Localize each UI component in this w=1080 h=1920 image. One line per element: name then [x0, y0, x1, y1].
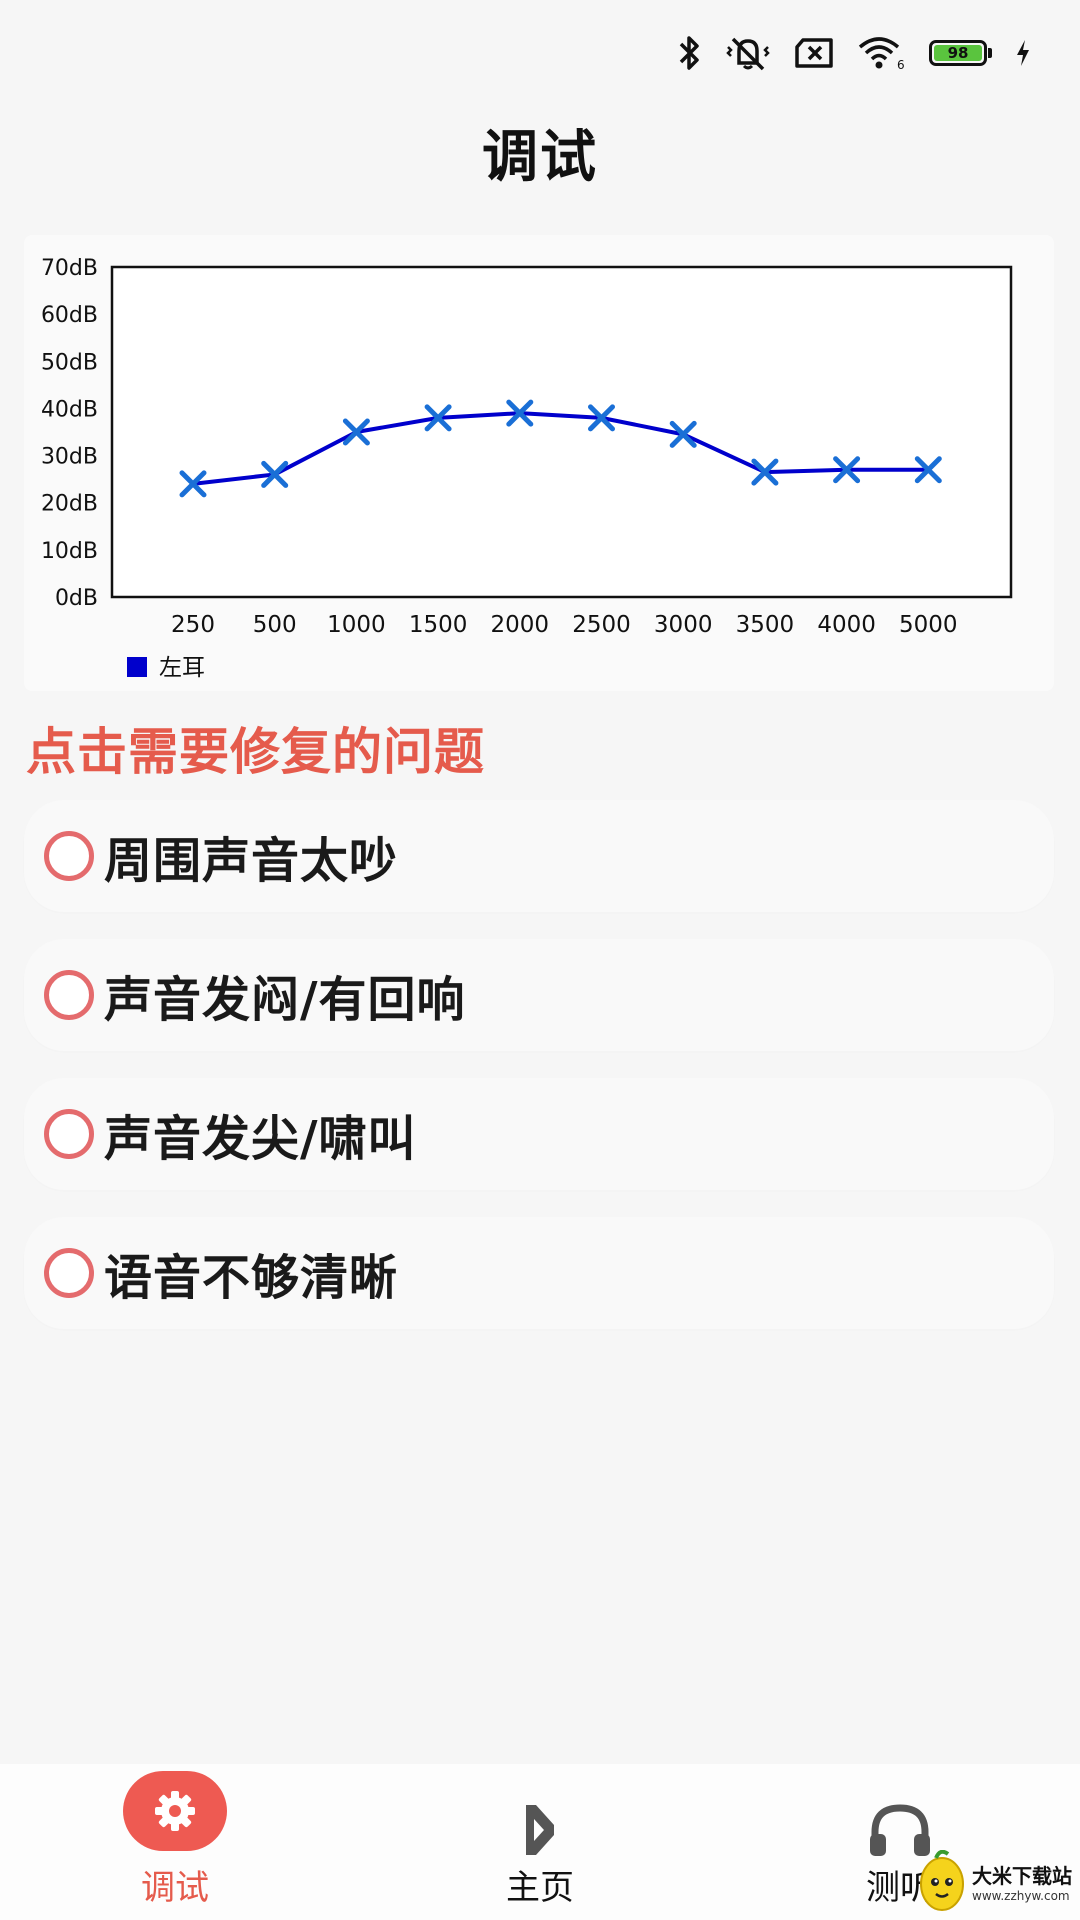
hearing-chart-svg: 0dB 10dB 20dB 30dB 40dB 50dB 60dB 70dB 250 500 100…	[41, 256, 1013, 681]
y-tick-label: 60dB	[41, 303, 98, 328]
radio-button[interactable]	[44, 831, 94, 881]
nav-item-debug[interactable]: 调试	[75, 1764, 275, 1920]
y-tick-label: 70dB	[41, 256, 98, 281]
radio-button[interactable]	[44, 970, 94, 1020]
bluetooth-icon	[679, 35, 699, 70]
mascot-logo	[920, 1850, 964, 1911]
x-tick-label: 3500	[736, 612, 795, 638]
y-tick-label: 10dB	[41, 539, 98, 564]
page-title: 调试	[482, 125, 598, 190]
charging-icon	[1017, 39, 1029, 66]
x-tick-label: 1000	[327, 612, 386, 638]
problem-option-label: 声音发尖/啸叫	[104, 1111, 417, 1167]
mute-vibrate-icon	[726, 37, 770, 70]
problems-heading: 点击需要修复的问题	[26, 723, 485, 781]
y-tick-label: 50dB	[41, 350, 98, 375]
x-tick-label: 5000	[899, 612, 958, 638]
gear-icon	[155, 1791, 195, 1831]
x-tick-label: 2000	[491, 612, 550, 638]
nav-item-home[interactable]: 主页	[440, 1764, 640, 1920]
y-tick-label: 0dB	[55, 586, 98, 611]
problem-list: 周围声音太吵 声音发闷/有回响 声音发尖/啸叫 语音不够清晰	[24, 800, 1054, 1356]
problem-option-muffled[interactable]: 声音发闷/有回响	[24, 939, 1054, 1051]
battery-level: 98	[934, 44, 982, 62]
y-tick-label: 40dB	[41, 397, 98, 422]
problem-option-unclear[interactable]: 语音不够清晰	[24, 1217, 1054, 1329]
y-tick-label: 20dB	[41, 492, 98, 517]
radio-button[interactable]	[44, 1248, 94, 1298]
watermark: 大米下载站 www.zzhyw.com	[918, 1846, 1078, 1916]
problem-option-noisy[interactable]: 周围声音太吵	[24, 800, 1054, 912]
x-tick-label: 1500	[409, 612, 468, 638]
x-tick-label: 500	[253, 612, 297, 638]
home-icon	[526, 1805, 554, 1855]
watermark-url: www.zzhyw.com	[972, 1888, 1070, 1903]
wifi-badge: 6	[897, 58, 905, 71]
nav-label: 调试	[141, 1868, 209, 1908]
x-tick-label: 4000	[817, 612, 876, 638]
nav-icon-wrap	[505, 1800, 575, 1860]
nav-active-bubble	[123, 1771, 227, 1851]
x-tick-label: 3000	[654, 612, 713, 638]
sim-off-icon	[795, 37, 833, 68]
legend-label: 左耳	[159, 655, 205, 681]
hearing-chart: 0dB 10dB 20dB 30dB 40dB 50dB 60dB 70dB 250 500 100…	[24, 235, 1054, 691]
battery-icon: 98	[929, 39, 992, 66]
problem-option-label: 周围声音太吵	[104, 833, 399, 889]
nav-label: 主页	[506, 1868, 574, 1908]
wifi-icon: 6	[858, 36, 905, 71]
plot-frame	[110, 265, 1013, 599]
legend-swatch	[127, 657, 147, 677]
x-tick-label: 2500	[572, 612, 631, 638]
x-tick-label: 250	[171, 612, 215, 638]
problem-option-label: 声音发闷/有回响	[104, 972, 466, 1028]
problem-option-label: 语音不够清晰	[104, 1250, 399, 1306]
problem-option-sharp[interactable]: 声音发尖/啸叫	[24, 1078, 1054, 1190]
radio-button[interactable]	[44, 1109, 94, 1159]
status-bar: 6 98	[0, 0, 1080, 105]
y-tick-label: 30dB	[41, 445, 98, 470]
watermark-name: 大米下载站	[972, 1863, 1072, 1888]
